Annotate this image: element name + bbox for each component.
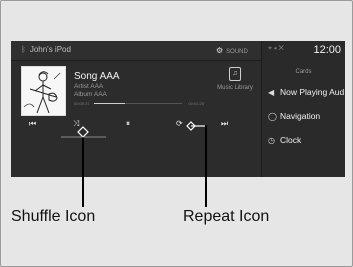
shuffle-marker bbox=[77, 126, 89, 138]
repeat-caption: Repeat Icon bbox=[183, 208, 270, 225]
shuffle-caption: Shuffle Icon bbox=[11, 208, 96, 225]
callout-lines bbox=[61, 121, 207, 207]
figure-frame: ᛒ John's iPod ⚙ SOUND Song AAA Artist AAA … bbox=[0, 0, 353, 267]
